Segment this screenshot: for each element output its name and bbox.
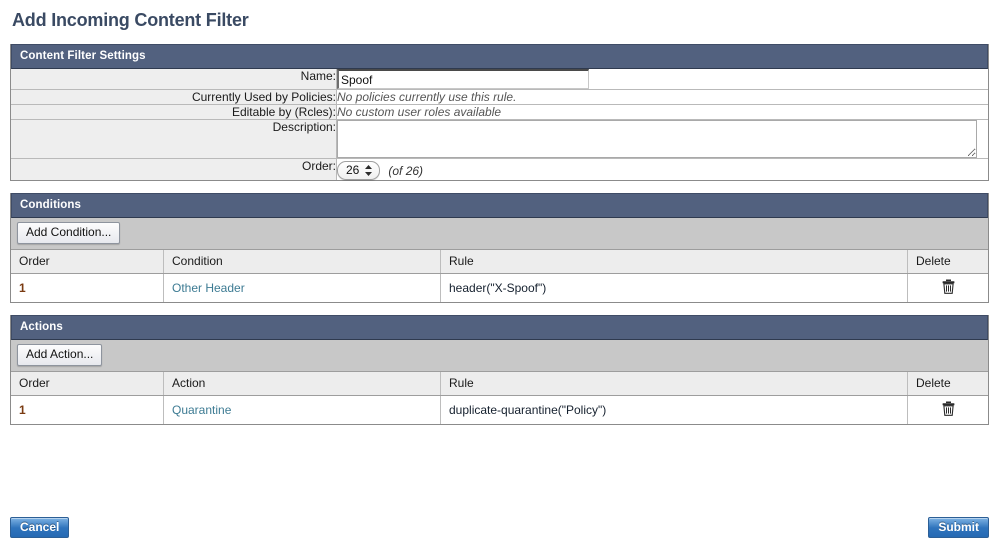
conditions-col-condition: Condition (163, 250, 441, 274)
form-row-policies: Currently Used by Policies: No policies … (11, 89, 988, 105)
table-row: 1 Other Header header("X-Spoof") (11, 273, 988, 302)
conditions-col-delete: Delete (907, 250, 988, 274)
name-label: Name: (11, 69, 337, 90)
condition-name-link[interactable]: Other Header (172, 281, 245, 295)
actions-col-delete: Delete (907, 372, 988, 396)
form-row-name: Name: (11, 69, 988, 90)
trash-icon[interactable] (942, 279, 955, 294)
conditions-panel: Conditions Add Condition... Order Condit… (10, 193, 989, 303)
editable-by-roles-value: No custom user roles available (337, 105, 502, 119)
order-control-group: 26 (of 26) (337, 159, 988, 180)
currently-used-by-policies-value: No policies currently use this rule. (337, 90, 517, 104)
table-row: 1 Quarantine duplicate-quarantine("Polic… (11, 395, 988, 424)
conditions-col-order: Order (11, 250, 164, 274)
settings-form-table: Name: Currently Used by Policies: No pol… (11, 69, 988, 180)
form-row-order: Order: 26 (of 26) (11, 158, 988, 180)
description-label: Description: (11, 119, 337, 159)
conditions-header-row: Order Condition Rule Delete (11, 250, 988, 274)
conditions-col-rule: Rule (440, 250, 908, 274)
form-row-description: Description: (11, 119, 988, 159)
actions-table: Order Action Rule Delete 1 Quarantine du… (11, 372, 988, 424)
page-root: Add Incoming Content Filter Content Filt… (0, 8, 999, 546)
name-value-cell (336, 69, 988, 90)
action-name-link[interactable]: Quarantine (172, 403, 231, 417)
order-of-total-text: (of 26) (388, 163, 424, 178)
order-label: Order: (11, 158, 337, 180)
action-rule-text: duplicate-quarantine("Policy") (449, 402, 607, 417)
actions-col-action: Action (163, 372, 441, 396)
trash-icon[interactable] (942, 401, 955, 416)
add-condition-button[interactable]: Add Condition... (17, 222, 121, 244)
editable-by-roles-label: Editable by (Rcles): (11, 104, 337, 120)
action-order-number: 1 (19, 402, 26, 417)
order-selected-value: 26 (346, 163, 360, 177)
order-value-cell: 26 (of 26) (336, 158, 988, 180)
cancel-button[interactable]: Cancel (10, 517, 70, 538)
footer-button-bar: Cancel Submit (10, 517, 989, 538)
order-select[interactable]: 26 (337, 161, 381, 180)
conditions-toolbar: Add Condition... (11, 218, 988, 250)
editable-by-roles-value-cell: No custom user roles available (336, 104, 988, 120)
actions-col-order: Order (11, 372, 164, 396)
description-value-cell (336, 119, 988, 159)
content-filter-settings-panel: Content Filter Settings Name: Currently … (10, 44, 989, 181)
form-row-editable-by: Editable by (Rcles): No custom user role… (11, 104, 988, 120)
actions-toolbar: Add Action... (11, 340, 988, 372)
conditions-panel-header: Conditions (11, 193, 988, 218)
add-action-button[interactable]: Add Action... (17, 344, 103, 366)
actions-panel-header: Actions (11, 315, 988, 340)
submit-button[interactable]: Submit (928, 517, 989, 538)
condition-order-number: 1 (19, 280, 26, 295)
name-input[interactable] (337, 69, 589, 89)
currently-used-by-policies-label: Currently Used by Policies: (11, 89, 337, 105)
stepper-arrows-icon[interactable] (364, 164, 373, 177)
condition-rule-text: header("X-Spoof") (449, 280, 547, 295)
page-title: Add Incoming Content Filter (12, 10, 249, 30)
actions-header-row: Order Action Rule Delete (11, 372, 988, 396)
conditions-table: Order Condition Rule Delete 1 Other Head… (11, 250, 988, 302)
settings-panel-header: Content Filter Settings (11, 44, 988, 69)
currently-used-by-policies-value-cell: No policies currently use this rule. (336, 89, 988, 105)
actions-col-rule: Rule (440, 372, 908, 396)
description-textarea[interactable] (337, 120, 977, 158)
actions-panel: Actions Add Action... Order Action Rule … (10, 315, 989, 425)
